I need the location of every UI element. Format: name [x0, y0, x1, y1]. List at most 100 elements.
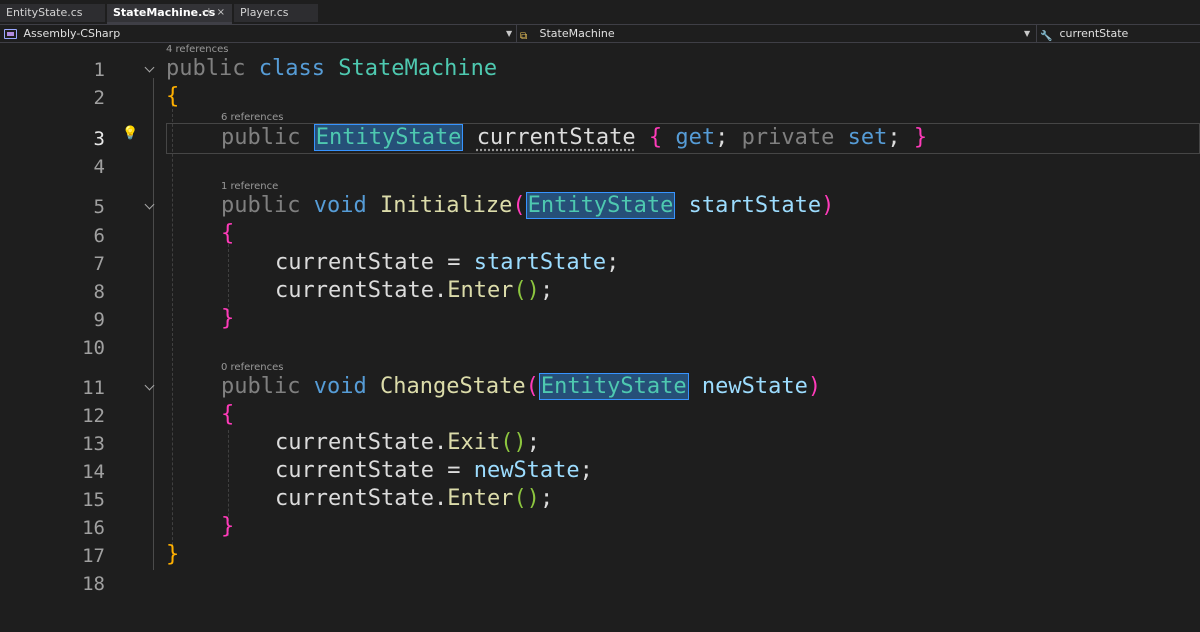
brace: { [221, 402, 235, 427]
punctuation: ; [606, 250, 620, 275]
paren: () [513, 278, 540, 303]
chevron-down-icon[interactable] [146, 382, 153, 389]
method-name: Enter [447, 486, 514, 511]
code-line-17[interactable]: } [166, 542, 179, 567]
code-line-13[interactable]: currentState.Exit(); [275, 430, 540, 455]
method-name: ChangeState [379, 374, 526, 399]
line-number: 12 [82, 405, 105, 427]
punctuation: ; [887, 125, 901, 150]
keyword: public [166, 56, 246, 81]
line-number: 13 [82, 433, 105, 455]
line-number: 18 [82, 573, 105, 595]
chevron-down-icon[interactable] [146, 64, 153, 71]
code-line-8[interactable]: currentState.Enter(); [275, 278, 553, 303]
code-line-2[interactable]: { [166, 84, 179, 109]
identifier: currentState [275, 430, 434, 455]
brace: { [166, 84, 180, 109]
identifier: currentState [275, 458, 434, 483]
code-line-16[interactable]: } [221, 514, 234, 539]
dropdown-arrow-icon: ▼ [506, 29, 513, 38]
wrench-property-icon: 🔧 [1040, 31, 1053, 42]
operator: = [433, 250, 474, 275]
paren: ( [525, 374, 539, 399]
punctuation: . [433, 430, 448, 455]
member-dropdown[interactable]: 🔧 currentState [1040, 25, 1200, 42]
type-reference-highlight: EntityState [525, 192, 676, 219]
line-number: 15 [82, 489, 105, 511]
tab-label: Player.cs [240, 6, 289, 19]
paren: ) [807, 374, 822, 399]
project-dropdown[interactable]: Assembly-CSharp ▼ [4, 25, 514, 42]
punctuation: ; [715, 125, 729, 150]
tab-label: StateMachine.cs [113, 6, 216, 19]
parameter-name: startState [473, 250, 607, 275]
line-number: 17 [82, 545, 105, 567]
type-dropdown[interactable]: ⧉ StateMachine ▼ [520, 25, 1032, 42]
outline-bar-initialize [153, 216, 154, 334]
keyword: set [847, 125, 888, 150]
lightbulb-icon[interactable]: 💡 [122, 126, 138, 141]
code-line-12[interactable]: { [221, 402, 234, 427]
keyword: public [221, 374, 301, 399]
class-name: StateMachine [338, 56, 498, 81]
tab-label: EntityState.cs [6, 6, 83, 19]
punctuation: . [433, 486, 448, 511]
tab-entitystate[interactable]: EntityState.cs [0, 4, 105, 22]
codelens-changestate-references[interactable]: 0 references [221, 362, 284, 373]
parameter-name: startState [688, 193, 822, 218]
keyword: void [313, 193, 367, 218]
code-line-15[interactable]: currentState.Enter(); [275, 486, 553, 511]
line-number: 14 [82, 461, 105, 483]
property-name: currentState [476, 125, 636, 150]
line-number: 2 [93, 87, 105, 109]
code-line-14[interactable]: currentState = newState; [275, 458, 593, 483]
code-line-6[interactable]: { [221, 221, 234, 246]
punctuation: ; [539, 278, 554, 303]
operator: = [433, 458, 474, 483]
paren: () [500, 430, 527, 455]
chevron-down-icon[interactable] [146, 201, 153, 208]
tab-player[interactable]: Player.cs [234, 4, 318, 22]
keyword: public [221, 193, 301, 218]
paren: () [513, 486, 540, 511]
line-number: 10 [82, 337, 105, 359]
code-editor[interactable]: 💡 1 2 3 4 5 6 7 8 9 10 11 12 13 14 15 16… [0, 44, 1200, 632]
project-name: Assembly-CSharp [23, 27, 121, 40]
keyword: private [741, 125, 835, 150]
dropdown-arrow-icon: ▼ [1024, 29, 1031, 38]
navigation-bar: Assembly-CSharp ▼ ⧉ StateMachine ▼ 🔧 cur… [0, 24, 1200, 43]
paren: ( [512, 193, 526, 218]
line-number: 11 [82, 377, 105, 399]
codelens-initialize-references[interactable]: 1 reference [221, 181, 278, 192]
code-line-11[interactable]: public void ChangeState(EntityState newS… [221, 373, 822, 400]
line-number: 8 [93, 281, 105, 303]
close-icon[interactable]: × [217, 4, 225, 22]
brace: } [221, 514, 235, 539]
line-number: 6 [93, 225, 105, 247]
code-line-5[interactable]: public void Initialize(EntityState start… [221, 192, 835, 219]
code-line-1[interactable]: public class StateMachine [166, 56, 497, 81]
type-name: StateMachine [539, 27, 615, 40]
punctuation: . [433, 278, 448, 303]
type-reference-highlight: EntityState [538, 373, 689, 400]
keyword: class [258, 56, 325, 81]
code-line-9[interactable]: } [221, 306, 234, 331]
tab-statemachine[interactable]: StateMachine.cs ⊣ × [107, 4, 232, 24]
line-number: 7 [93, 253, 105, 275]
csharp-project-icon [4, 29, 17, 39]
pin-icon[interactable]: ⊣ [201, 4, 210, 22]
navbar-divider [1036, 25, 1037, 42]
line-number: 16 [82, 517, 105, 539]
keyword: get [675, 125, 716, 150]
paren: ) [821, 193, 835, 218]
keyword: void [313, 374, 367, 399]
outline-bar-changestate [153, 396, 154, 544]
code-line-3[interactable]: public EntityState currentState { get; p… [221, 124, 927, 151]
document-tab-strip: EntityState.cs StateMachine.cs ⊣ × Playe… [0, 0, 1200, 24]
member-name: currentState [1059, 27, 1129, 40]
codelens-currentstate-references[interactable]: 6 references [221, 112, 284, 123]
method-name: Enter [447, 278, 514, 303]
code-line-7[interactable]: currentState = startState; [275, 250, 619, 275]
brace: } [166, 542, 180, 567]
codelens-class-references[interactable]: 4 references [166, 44, 229, 55]
